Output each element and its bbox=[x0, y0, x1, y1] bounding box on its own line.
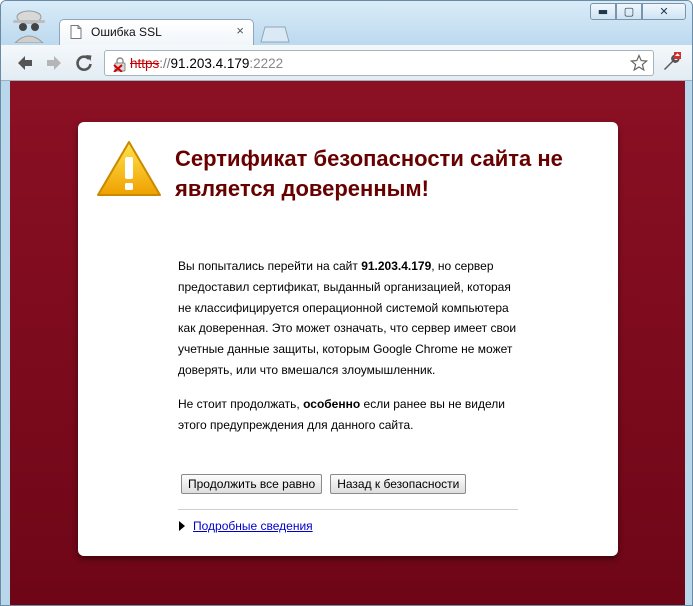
toolbar: https://91.203.4.179:2222 bbox=[1, 45, 692, 81]
tab-title: Ошибка SSL bbox=[91, 25, 162, 39]
back-to-safety-button[interactable]: Назад к безопасности bbox=[330, 474, 467, 494]
forward-arrow-icon[interactable] bbox=[44, 53, 64, 73]
reload-icon[interactable] bbox=[74, 53, 94, 73]
divider bbox=[178, 509, 518, 510]
expand-triangle-icon[interactable] bbox=[179, 521, 185, 531]
page-content: Сертификат безопасности сайта не являетс… bbox=[10, 81, 685, 605]
broken-lock-icon[interactable] bbox=[112, 56, 128, 72]
star-icon[interactable] bbox=[630, 54, 648, 72]
url-text: https://91.203.4.179:2222 bbox=[130, 56, 283, 71]
close-window-button[interactable]: ✕ bbox=[642, 3, 686, 20]
text-fragment: Вы попытались перейти на сайт bbox=[178, 259, 362, 273]
window-frame-left bbox=[1, 81, 10, 605]
page-icon bbox=[70, 25, 82, 39]
host-name: 91.203.4.179 bbox=[361, 259, 432, 273]
page-title: Сертификат безопасности сайта не являетс… bbox=[175, 146, 563, 201]
proceed-button[interactable]: Продолжить все равно bbox=[181, 474, 323, 494]
url-port: :2222 bbox=[249, 56, 284, 71]
incognito-icon bbox=[13, 10, 45, 43]
paragraph-explanation: Вы попытались перейти на сайт 91.203.4.1… bbox=[178, 256, 523, 381]
back-arrow-icon[interactable] bbox=[15, 53, 35, 73]
emphasis: особенно bbox=[303, 396, 361, 411]
warning-description: Вы попытались перейти на сайт 91.203.4.1… bbox=[178, 256, 523, 448]
url-host: 91.203.4.179 bbox=[170, 56, 250, 71]
window-frame-right bbox=[684, 81, 692, 605]
address-bar[interactable]: https://91.203.4.179:2222 bbox=[104, 50, 654, 76]
url-scheme: https bbox=[130, 56, 160, 71]
minimize-button[interactable]: ▬ bbox=[590, 3, 616, 20]
ssl-warning-box: Сертификат безопасности сайта не являетс… bbox=[78, 122, 618, 556]
url-separator: :// bbox=[159, 56, 171, 71]
wrench-icon[interactable] bbox=[661, 52, 681, 72]
details-toggle[interactable]: Подробные сведения bbox=[179, 519, 313, 533]
browser-window: Ошибка SSL × ▬ ▢ ✕ https://91.203.4.179:… bbox=[0, 0, 693, 606]
tab-close-icon[interactable]: × bbox=[236, 24, 244, 38]
warning-icon bbox=[97, 141, 161, 196]
paragraph-advice: Не стоит продолжать, особенно если ранее… bbox=[178, 394, 523, 436]
details-link[interactable]: Подробные сведения bbox=[193, 519, 313, 533]
tab-strip: Ошибка SSL × ▬ ▢ ✕ bbox=[1, 1, 692, 45]
maximize-button[interactable]: ▢ bbox=[616, 3, 642, 20]
new-tab-button[interactable] bbox=[257, 25, 291, 43]
text-fragment: Не стоит продолжать, bbox=[178, 396, 304, 411]
tab-ssl-error[interactable]: Ошибка SSL × bbox=[59, 19, 254, 45]
text-fragment: , но сервер предоставил сертификат, выда… bbox=[178, 259, 517, 377]
window-controls: ▬ ▢ ✕ bbox=[590, 3, 686, 21]
action-buttons: Продолжить все равно Назад к безопасности bbox=[181, 474, 474, 494]
